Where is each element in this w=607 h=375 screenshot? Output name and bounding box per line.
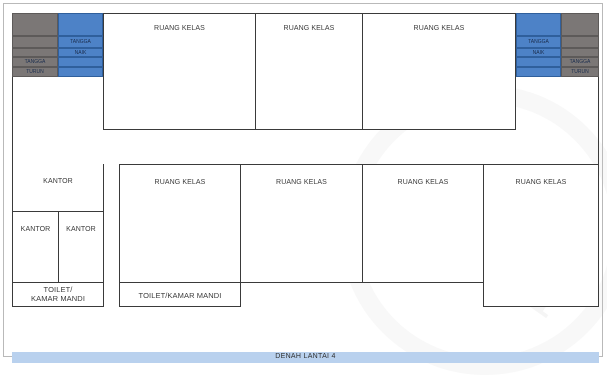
stair-left-turun-2: TURUN <box>12 67 58 77</box>
stair-right-blue-5 <box>516 67 561 77</box>
plan-caption: DENAH LANTAI 4 <box>275 353 336 360</box>
classroom-bottom-2: RUANG KELAS <box>240 165 363 283</box>
stair-left-gray-top <box>12 13 58 36</box>
toilet-mid: TOILET/KAMAR MANDI <box>119 282 241 307</box>
wall-left <box>12 77 13 164</box>
stair-right-gray-3 <box>561 48 599 57</box>
stair-right-blue-4 <box>516 57 561 67</box>
office-left: KANTOR <box>12 211 59 283</box>
stair-right-turun-2: TURUN <box>561 67 599 77</box>
stair-left-blue-4 <box>58 57 103 67</box>
room-label: RUANG KELAS <box>154 179 206 186</box>
stair-right-naik-1: TANGGA <box>516 36 561 48</box>
stair-right-blue-top <box>516 13 561 36</box>
room-label: KANTOR <box>66 226 96 233</box>
classroom-top-3: RUANG KELAS <box>362 13 516 130</box>
room-label: RUANG KELAS <box>283 25 335 32</box>
room-label: KANTOR <box>43 178 73 185</box>
caption-bar: DENAH LANTAI 4 <box>12 352 599 363</box>
stair-left-naik-2: NAIK <box>58 48 103 57</box>
room-label: KANTOR <box>20 226 51 233</box>
office-right: KANTOR <box>58 211 104 283</box>
toilet-left-line1: TOILET/ <box>43 285 73 294</box>
stair-left-blue-top <box>58 13 103 36</box>
classroom-bottom-4: RUANG KELAS <box>483 165 599 307</box>
wall-right <box>598 77 599 164</box>
room-label: RUANG KELAS <box>154 25 205 32</box>
toilet-left-label: TOILET/ KAMAR MANDI <box>13 285 103 303</box>
stair-right-gray-top <box>561 13 599 36</box>
room-label: RUANG KELAS <box>515 179 567 186</box>
stair-left-blue-5 <box>58 67 103 77</box>
room-label: RUANG KELAS <box>413 25 465 32</box>
classroom-top-2: RUANG KELAS <box>255 13 363 130</box>
stair-left-gray-3 <box>12 48 58 57</box>
classroom-bottom-1: RUANG KELAS <box>119 165 241 283</box>
toilet-mid-label: TOILET/KAMAR MANDI <box>138 291 222 300</box>
office-top: KANTOR <box>12 164 104 212</box>
stair-right-gray-2 <box>561 36 599 48</box>
toilet-left-line2: KAMAR MANDI <box>30 294 86 303</box>
stair-left-gray-2 <box>12 36 58 48</box>
stair-left-turun-1: TANGGA <box>12 57 58 67</box>
stair-right-turun-1: TANGGA <box>561 57 599 67</box>
stair-left-naik-1: TANGGA <box>58 36 103 48</box>
room-label: RUANG KELAS <box>276 179 327 186</box>
toilet-left: TOILET/ KAMAR MANDI <box>12 282 104 307</box>
classroom-top-1: RUANG KELAS <box>103 13 256 130</box>
floor-plan: UNI TANGGA NAIK TANGGA TURUN TANGGA NAIK… <box>0 0 607 375</box>
room-label: RUANG KELAS <box>397 179 449 186</box>
classroom-bottom-3: RUANG KELAS <box>362 165 484 283</box>
stair-right-naik-2: NAIK <box>516 48 561 57</box>
